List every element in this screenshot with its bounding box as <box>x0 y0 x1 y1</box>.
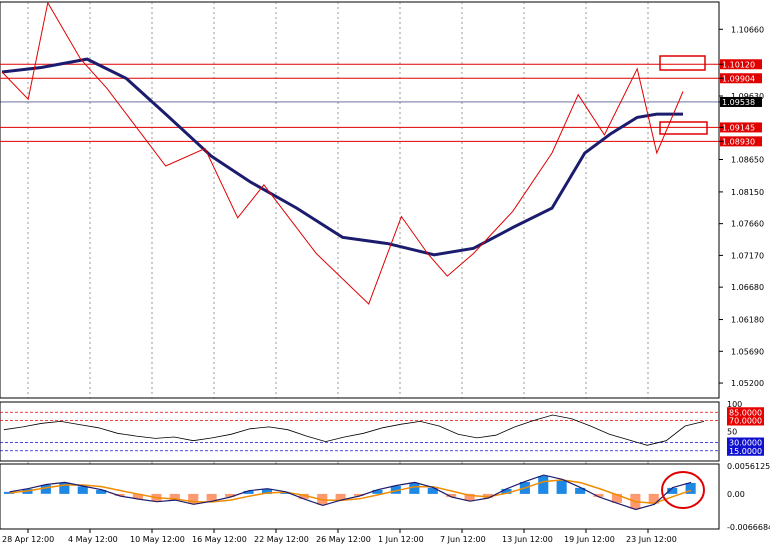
y-tick-label: 1.08650 <box>731 156 764 165</box>
x-tick-label: 19 Jun 12:00 <box>564 535 615 544</box>
x-tick-label: 26 May 12:00 <box>316 535 371 544</box>
y-tick-label: 1.06680 <box>731 283 764 292</box>
x-tick-label: 13 Jun 12:00 <box>502 535 553 544</box>
oscillator-panel: 85.000070.000030.000015.0000 10050 <box>0 400 764 462</box>
x-tick-label: 1 Jun 12:00 <box>378 535 424 544</box>
x-tick-label: 23 Jun 12:00 <box>626 535 677 544</box>
trading-chart: 1.10120 1.09904 1.09145 1.08930 1.10660 1.09… <box>0 1 770 544</box>
x-axis: 28 Apr 12:00 4 May 12:00 10 May 12:00 16 Ma… <box>2 529 677 544</box>
x-tick-label: 4 May 12:00 <box>68 535 118 544</box>
oscillator-level-label: 70.0000 <box>729 417 762 426</box>
histogram-bar <box>206 493 217 501</box>
level-label: 1.10120 <box>722 60 755 69</box>
y-tick-label: 1.07170 <box>731 251 764 260</box>
oscillator-y-label: 50 <box>727 428 737 437</box>
level-label: 1.09145 <box>722 123 755 132</box>
oscillator-border <box>0 401 720 462</box>
oscillator-y-label: 100 <box>727 400 742 409</box>
y-tick-label: 1.05200 <box>731 379 764 388</box>
oscillator-level-label: 15.0000 <box>729 447 762 456</box>
x-tick-label: 16 May 12:00 <box>192 535 247 544</box>
histogram-bar <box>40 484 51 494</box>
x-tick-label: 7 Jun 12:00 <box>440 535 486 544</box>
macd-y-label: 0.00 <box>727 490 745 499</box>
level-label: 1.09904 <box>722 74 755 83</box>
x-tick-label: 10 May 12:00 <box>130 535 185 544</box>
macd-panel: 0.0056125 0.00 -0.0066684 <box>0 462 770 532</box>
current-price-label: 1.09538 <box>722 98 755 107</box>
main-panel-border <box>0 1 720 399</box>
macd-y-label: 0.0056125 <box>727 462 770 471</box>
histogram-bar <box>538 476 549 494</box>
y-tick-label: 1.06180 <box>731 316 764 325</box>
macd-y-axis: 0.0056125 0.00 -0.0066684 <box>727 462 770 532</box>
y-tick-label: 1.05690 <box>731 347 764 356</box>
x-tick-label: 28 Apr 12:00 <box>2 535 54 544</box>
histogram-bar <box>77 486 88 494</box>
macd-y-label: -0.0066684 <box>727 523 770 532</box>
histogram-bar <box>409 483 420 494</box>
level-label: 1.08930 <box>722 137 755 146</box>
y-tick-label: 1.10660 <box>731 25 764 34</box>
histogram-bar <box>556 480 567 494</box>
y-tick-label: 1.08150 <box>731 188 764 197</box>
y-tick-label: 1.07660 <box>731 220 764 229</box>
x-tick-label: 22 May 12:00 <box>254 535 309 544</box>
